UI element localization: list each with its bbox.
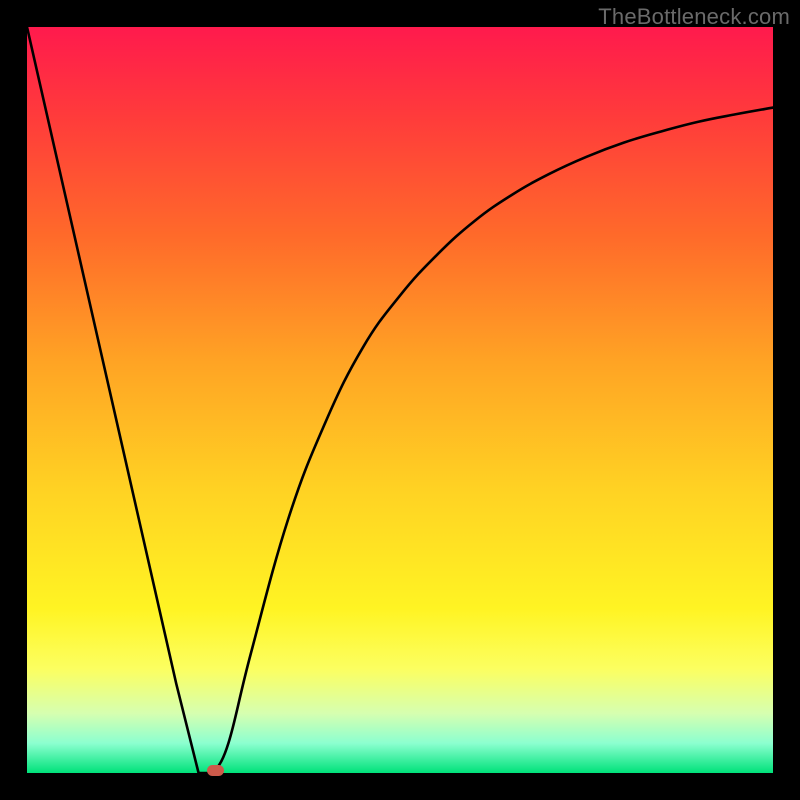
curve-path	[27, 27, 773, 773]
bottleneck-curve	[27, 27, 773, 773]
watermark-text: TheBottleneck.com	[598, 4, 790, 30]
chart-frame: TheBottleneck.com	[0, 0, 800, 800]
optimal-marker	[207, 765, 224, 776]
